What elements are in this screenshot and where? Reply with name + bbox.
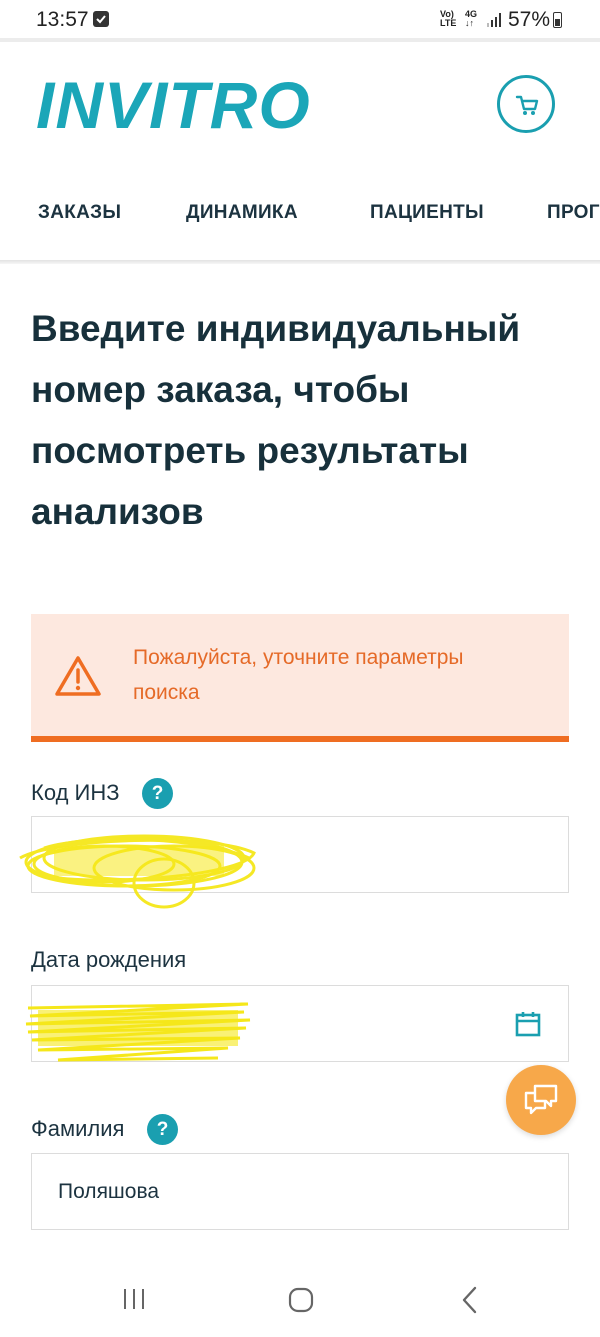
tab-dynamics[interactable]: ДИНАМИКА (186, 202, 298, 224)
battery-icon (553, 12, 562, 28)
signal-icon (487, 13, 501, 27)
warning-alert: Пожалуйста, уточните параметры поиска (31, 614, 569, 742)
surname-value: Поляшова (58, 1180, 160, 1203)
redaction-scribble (19, 834, 256, 909)
home-icon[interactable] (286, 1285, 316, 1315)
mobile-data-indicator: 4G ↓↑ (465, 9, 478, 28)
notification-check-icon (93, 11, 109, 27)
chat-icon (524, 1084, 558, 1115)
surname-input[interactable]: Поляшова (31, 1153, 569, 1230)
alert-message: Пожалуйста, уточните параметры поиска (133, 646, 464, 704)
main-nav: ЗАКАЗЫ ДИНАМИКА ПАЦИЕНТЫ ПРОГ (0, 190, 600, 240)
order-code-label: Код ИНЗ (31, 780, 120, 805)
calendar-icon[interactable] (514, 1010, 542, 1038)
surname-label: Фамилия (31, 1116, 125, 1141)
invitro-logo[interactable]: INVITRO (36, 70, 311, 140)
nav-divider (0, 260, 600, 264)
redaction-scribble (25, 1002, 251, 1062)
cart-button[interactable] (497, 75, 555, 133)
recents-icon[interactable] (120, 1285, 148, 1313)
status-bar: 13:57 Vo) LTE 4G ↓↑ 57% (0, 0, 600, 40)
birthdate-label: Дата рождения (31, 947, 187, 972)
cart-icon (515, 95, 539, 115)
warning-icon (55, 656, 101, 696)
system-nav-bar (0, 1260, 600, 1337)
chat-button[interactable] (506, 1065, 576, 1135)
volte-indicator: Vo) LTE (440, 9, 457, 28)
page-title: Введите индивидуальный номер заказа, что… (31, 308, 521, 532)
tab-orders[interactable]: ЗАКАЗЫ (38, 202, 121, 224)
surname-help-icon[interactable]: ? (147, 1114, 178, 1145)
status-time: 13:57 (36, 8, 89, 31)
tab-patients[interactable]: ПАЦИЕНТЫ (370, 202, 484, 224)
battery-percent: 57% (508, 8, 551, 31)
order-code-help-icon[interactable]: ? (142, 778, 173, 809)
tab-more[interactable]: ПРОГ (547, 202, 600, 224)
top-divider (0, 38, 600, 42)
back-icon[interactable] (458, 1285, 482, 1315)
